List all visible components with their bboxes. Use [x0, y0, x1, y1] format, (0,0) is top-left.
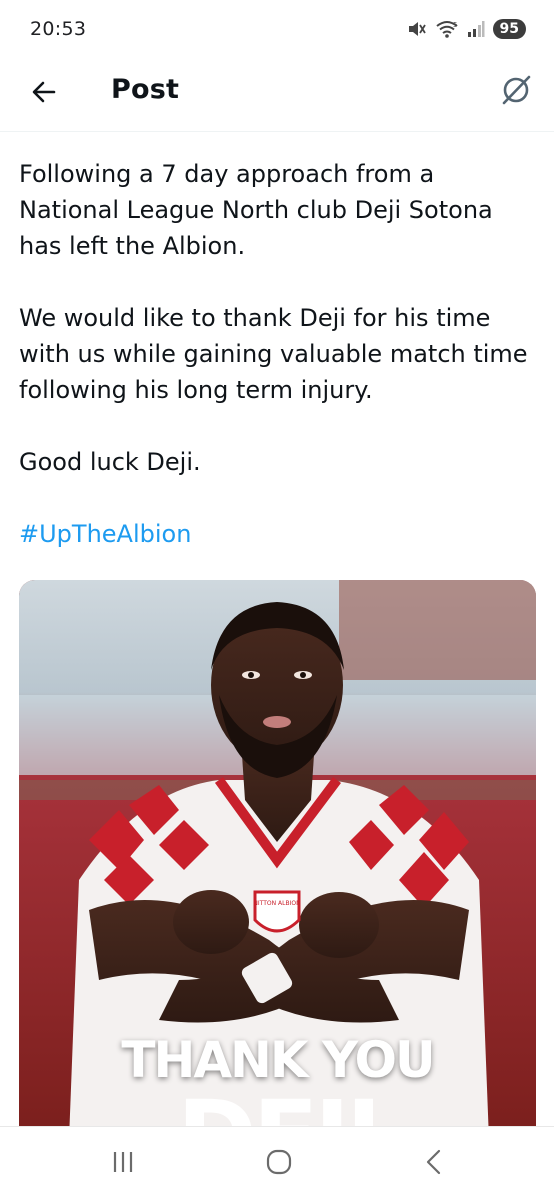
mute-icon: [405, 18, 427, 40]
tweet-paragraph: We would like to thank Deji for his time…: [19, 304, 528, 404]
status-bar: 20:53 5 95: [0, 0, 554, 58]
tweet-paragraph: Following a 7 day approach from a Nation…: [19, 160, 493, 260]
back-button[interactable]: [26, 76, 62, 112]
tweet-body: Following a 7 day approach from a Nation…: [19, 156, 539, 552]
status-time: 20:53: [30, 18, 87, 40]
recent-apps-icon: [110, 1149, 136, 1179]
grok-button[interactable]: [496, 72, 536, 112]
signal-icon: [467, 20, 485, 38]
tweet-paragraph: Good luck Deji.: [19, 448, 201, 476]
page-title: Post: [111, 74, 180, 105]
status-icons: 5 95: [405, 18, 526, 40]
back-icon: [422, 1148, 446, 1180]
arrow-left-icon: [30, 78, 58, 110]
svg-text:NITTON ALBION: NITTON ALBION: [253, 900, 300, 907]
hashtag-link[interactable]: #UpTheAlbion: [19, 516, 539, 552]
system-back-button[interactable]: [414, 1147, 454, 1181]
grok-icon: [499, 73, 533, 111]
home-icon: [265, 1148, 293, 1180]
home-button[interactable]: [259, 1147, 299, 1181]
post-header: Post: [0, 58, 554, 132]
battery-indicator: 95: [492, 19, 526, 39]
recent-apps-button[interactable]: [103, 1147, 143, 1181]
svg-text:5: 5: [453, 21, 457, 29]
wifi-icon: 5: [435, 19, 459, 39]
tweet-media-image[interactable]: NITTON ALBION THANK YOU DEJI: [19, 580, 536, 1140]
system-nav-bar: [0, 1126, 554, 1201]
